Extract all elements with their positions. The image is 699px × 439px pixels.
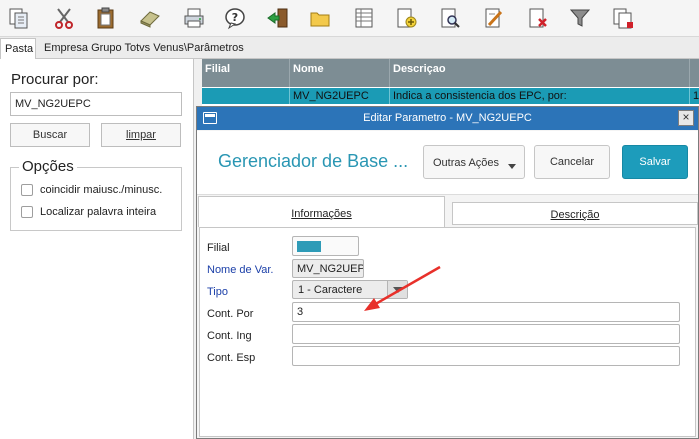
filial-value-swatch	[297, 241, 321, 252]
column-header-filial[interactable]: Filial	[202, 59, 290, 87]
nome-var-label: Nome de Var.	[207, 264, 274, 276]
copy-document-icon[interactable]	[5, 4, 33, 32]
cont-esp-field[interactable]	[292, 346, 680, 366]
cont-ing-field[interactable]	[292, 324, 680, 344]
magnify-document-icon[interactable]	[436, 4, 464, 32]
printer-icon[interactable]	[180, 4, 208, 32]
clear-button[interactable]: limpar	[101, 123, 181, 147]
search-label: Procurar por:	[11, 71, 99, 88]
whole-word-checkbox[interactable]	[21, 206, 33, 218]
tipo-value: 1 - Caractere	[298, 284, 363, 296]
cancel-button[interactable]: Cancelar	[534, 145, 610, 179]
breadcrumb: Empresa Grupo Totvs Venus\Parâmetros	[44, 42, 244, 54]
delete-document-icon[interactable]	[524, 4, 552, 32]
folder-icon[interactable]	[306, 4, 334, 32]
column-header-nome[interactable]: Nome	[290, 59, 390, 87]
page-title: Gerenciador de Base ...	[218, 151, 409, 171]
search-input[interactable]	[10, 92, 182, 116]
options-group: Opções coincidir maiusc./minusc. Localiz…	[10, 158, 182, 231]
search-panel: Procurar por: Buscar limpar Opções coinc…	[0, 59, 194, 439]
tab-informacoes[interactable]: Informações	[198, 196, 445, 227]
grid-header: Filial Nome Descriçao	[202, 59, 699, 87]
tab-strip: Pasta Empresa Grupo Totvs Venus\Parâmetr…	[0, 37, 699, 59]
chevron-down-icon	[508, 164, 516, 169]
exit-door-icon[interactable]	[264, 4, 292, 32]
save-button[interactable]: Salvar	[622, 145, 688, 179]
parameter-form: Filial Nome de Var. MV_NG2UEP Tipo 1 - C…	[199, 227, 696, 437]
close-icon[interactable]: ×	[678, 110, 694, 126]
eraser-icon[interactable]	[136, 4, 164, 32]
annotation-arrow-icon	[364, 265, 441, 311]
other-actions-label: Outras Ações	[433, 157, 500, 169]
cell-descricao: Indica a consistencia dos EPC, por:	[390, 88, 690, 104]
other-actions-button[interactable]: Outras Ações	[423, 145, 525, 179]
column-header-descricao[interactable]: Descriçao	[390, 59, 690, 87]
cell-nome: MV_NG2UEPC	[290, 88, 390, 104]
whole-word-label: Localizar palavra inteira	[40, 206, 157, 218]
dialog-titlebar[interactable]: Editar Parametro - MV_NG2UEPC ×	[197, 107, 698, 130]
clipboard-icon[interactable]	[92, 4, 120, 32]
copy-record-icon[interactable]	[609, 4, 637, 32]
nome-var-field[interactable]: MV_NG2UEP	[292, 259, 364, 278]
filial-label: Filial	[207, 242, 230, 254]
filial-field[interactable]	[292, 236, 359, 256]
match-case-checkbox[interactable]	[21, 184, 33, 196]
cont-por-field[interactable]: 3	[292, 302, 680, 322]
match-case-label: coincidir maiusc./minusc.	[40, 184, 163, 196]
option-whole-word[interactable]: Localizar palavra inteira	[21, 206, 156, 218]
add-document-icon[interactable]	[392, 4, 420, 32]
search-button[interactable]: Buscar	[10, 123, 90, 147]
table-row[interactable]: MV_NG2UEPC Indica a consistencia dos EPC…	[202, 88, 699, 104]
option-match-case[interactable]: coincidir maiusc./minusc.	[21, 184, 162, 196]
cont-esp-label: Cont. Esp	[207, 352, 256, 364]
toolbar: ?	[0, 0, 699, 37]
tab-descricao-label: Descrição	[550, 209, 600, 221]
edit-document-icon[interactable]	[480, 4, 508, 32]
table-list-icon[interactable]	[350, 4, 378, 32]
funnel-filter-icon[interactable]	[566, 4, 594, 32]
options-title: Opções	[19, 158, 77, 175]
parameters-grid: Filial Nome Descriçao MV_NG2UEPC Indica …	[202, 59, 699, 111]
tab-descricao[interactable]: Descrição	[452, 202, 698, 225]
cont-por-label: Cont. Por	[207, 308, 254, 320]
svg-text:?: ?	[232, 11, 238, 24]
tab-pasta[interactable]: Pasta	[0, 38, 36, 59]
dialog-title: Editar Parametro - MV_NG2UEPC	[363, 112, 532, 124]
cell-extra: 1	[693, 90, 699, 102]
tab-informacoes-label: Informações	[291, 208, 352, 220]
help-question-icon[interactable]: ?	[221, 4, 249, 32]
scissors-icon[interactable]	[50, 4, 78, 32]
cell-filial	[202, 88, 290, 104]
cont-ing-label: Cont. Ing	[207, 330, 252, 342]
dialog-header: Gerenciador de Base ... Outras Ações Can…	[197, 131, 698, 195]
tipo-label: Tipo	[207, 286, 228, 298]
